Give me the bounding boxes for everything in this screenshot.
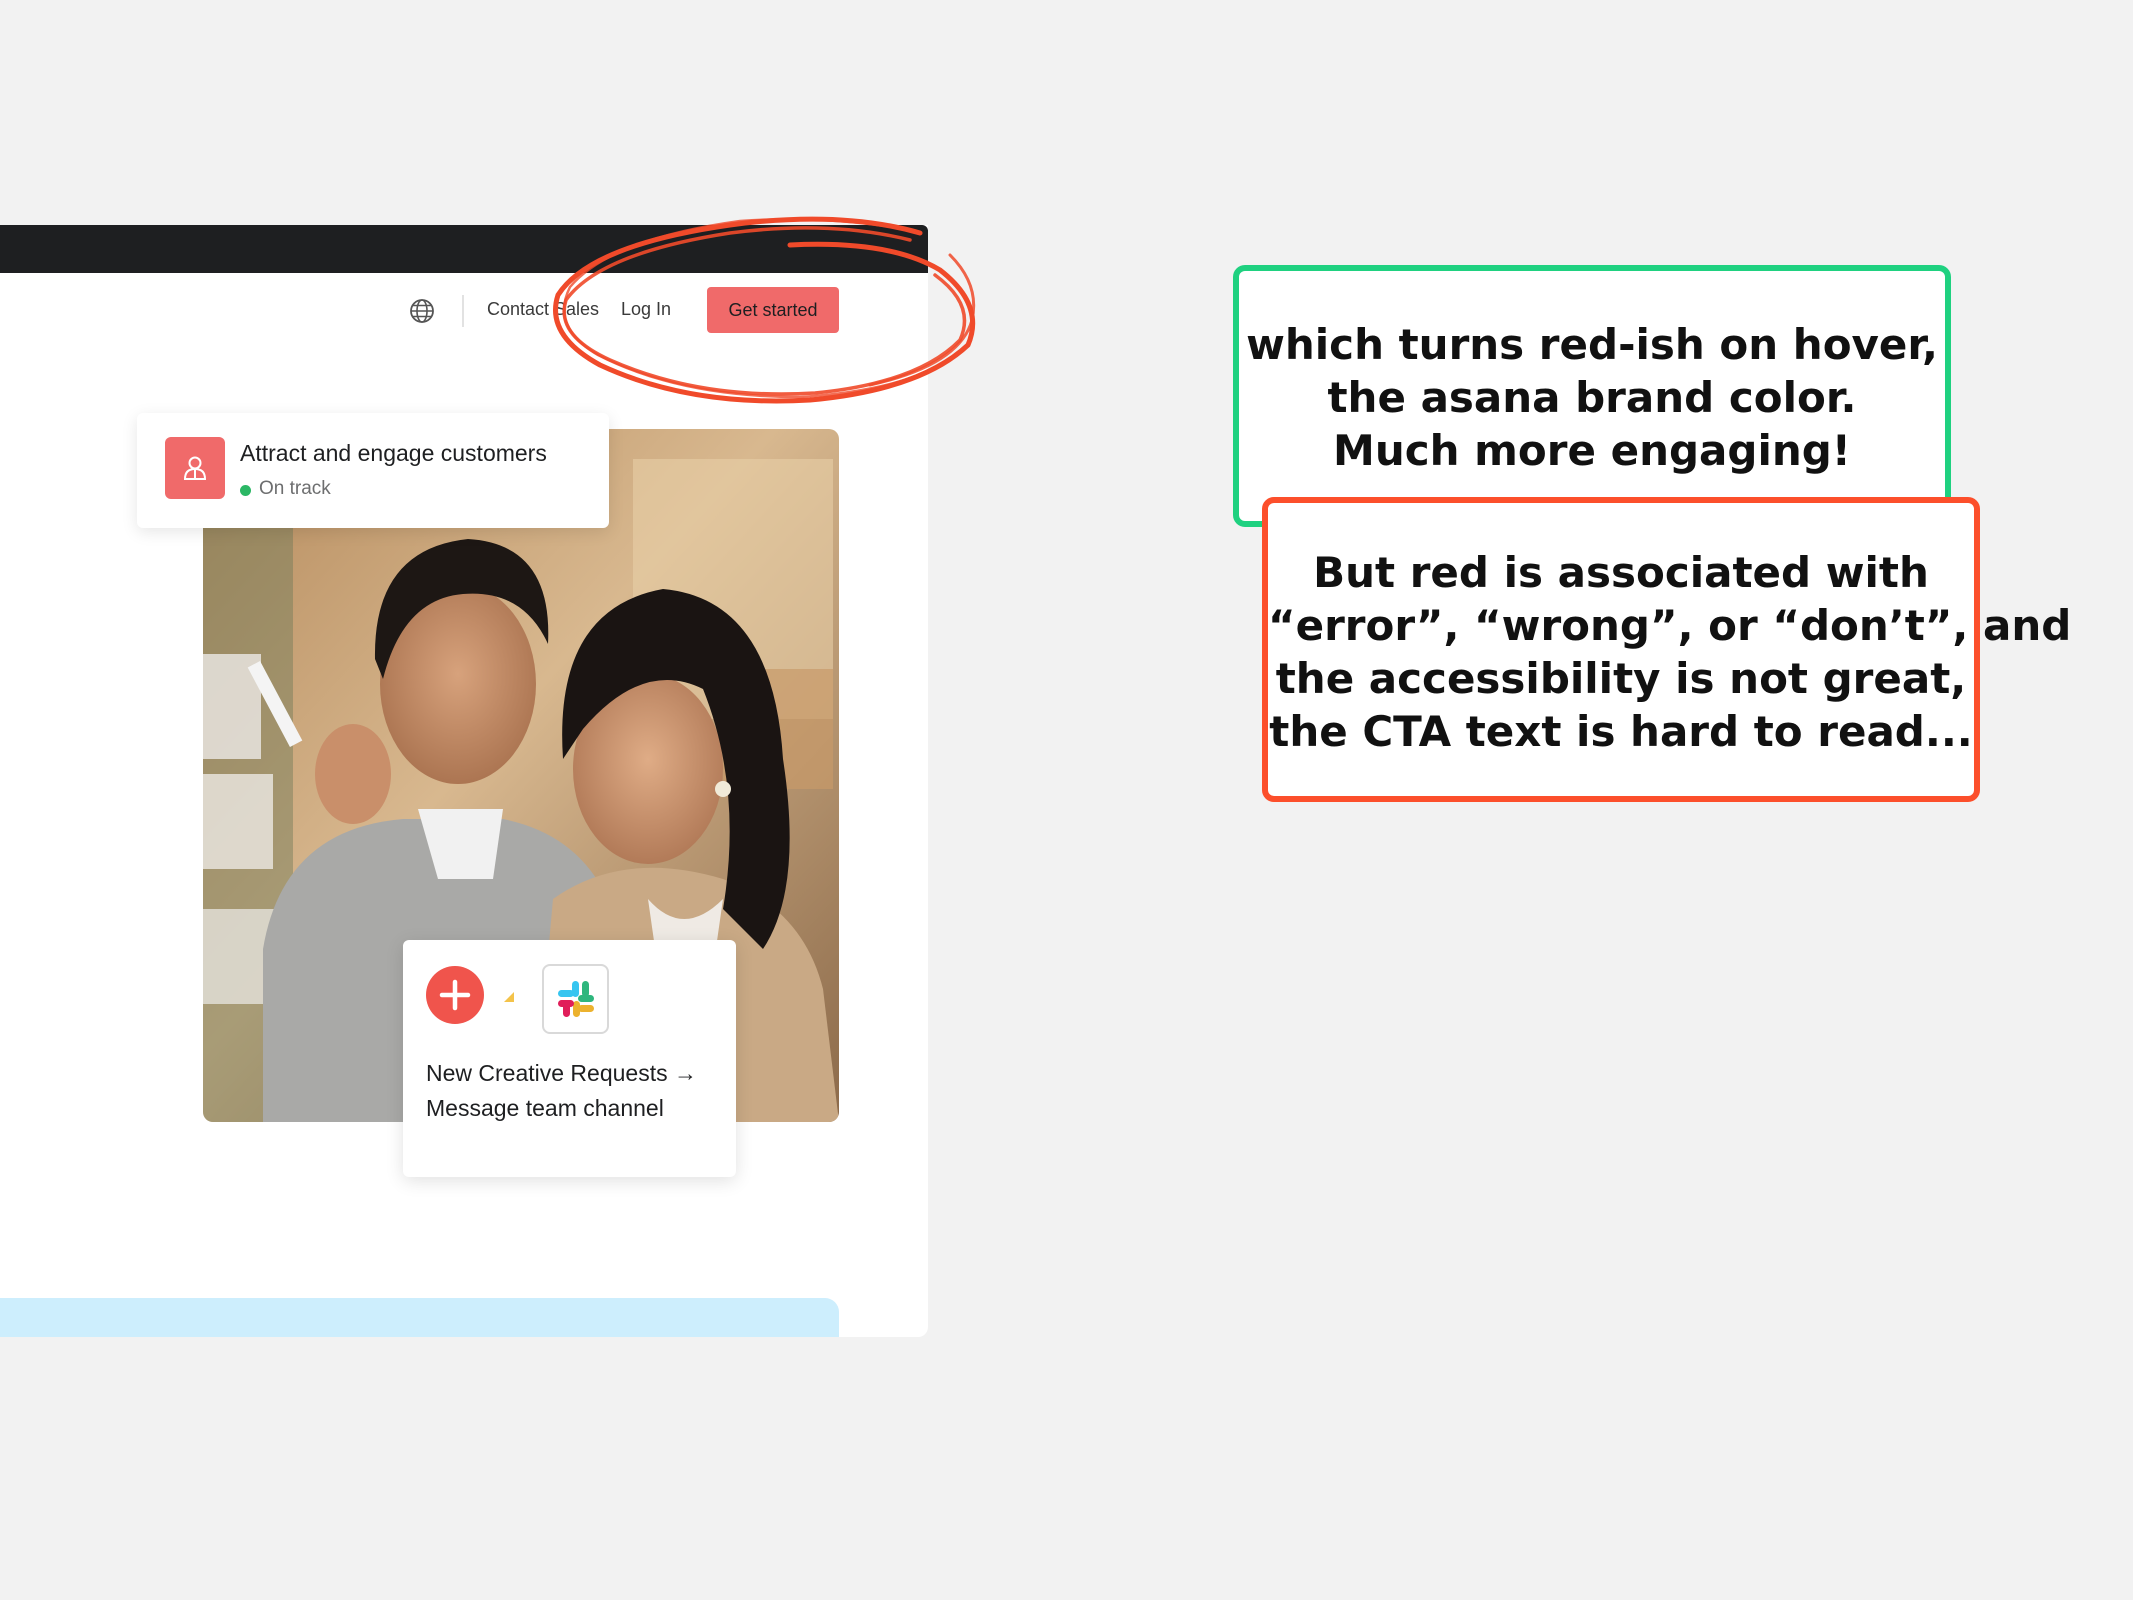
people-icon <box>165 437 225 499</box>
callout-text: But red is associated with <box>1313 548 1929 597</box>
globe-icon[interactable] <box>408 297 436 325</box>
status-card-status: On track <box>259 478 331 499</box>
get-started-button[interactable]: Get started <box>707 287 839 333</box>
integration-trigger: New Creative Requests → <box>426 1060 697 1086</box>
slack-icon <box>542 964 609 1034</box>
callout-text: “error”, “wrong”, or “don’t”, and <box>1268 601 2072 650</box>
callout-text: Much more engaging! <box>1333 426 1851 475</box>
hover-color-callout: which turns red-ish on hover, the asana … <box>1233 265 1951 527</box>
browser-title-bar <box>0 225 928 273</box>
contact-sales-link[interactable]: Contact Sales <box>487 299 599 320</box>
status-card-title: Attract and engage customers <box>240 440 547 466</box>
next-section-panel <box>0 1298 839 1337</box>
plus-icon <box>426 966 484 1024</box>
callout-text: the asana brand color. <box>1327 373 1857 422</box>
status-card: Attract and engage customers On track <box>137 413 609 528</box>
on-track-dot <box>240 485 251 496</box>
callout-text: which turns red-ish on hover, <box>1246 320 1938 369</box>
browser-window: Contact Sales Log In Get started Attract… <box>0 225 928 1337</box>
callout-text: the accessibility is not great, <box>1275 654 1967 703</box>
integration-card: New Creative Requests → Message team cha… <box>403 940 736 1177</box>
connector-arrow-icon <box>504 992 514 1002</box>
integration-action: Message team channel <box>426 1095 664 1121</box>
nav-divider <box>462 295 464 327</box>
callout-text: the CTA text is hard to read... <box>1269 707 1973 756</box>
accessibility-callout: But red is associated with “error”, “wro… <box>1262 497 2072 802</box>
login-link[interactable]: Log In <box>621 299 671 320</box>
